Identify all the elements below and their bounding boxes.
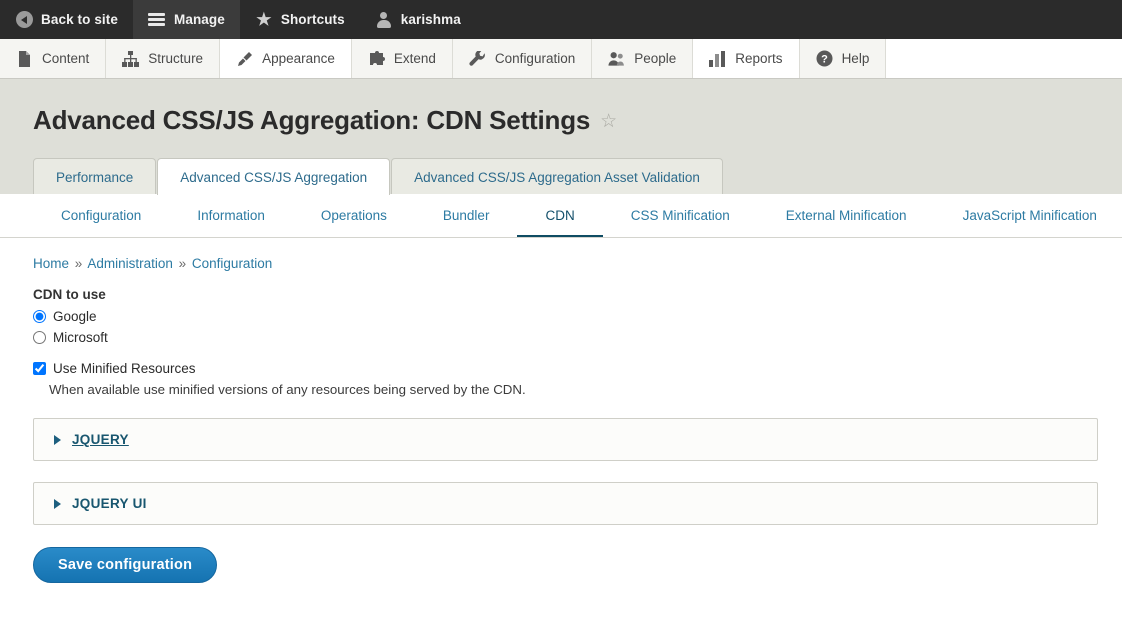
radio-google[interactable] [33, 310, 46, 323]
back-circle-icon [15, 11, 33, 29]
page-title-row: Advanced CSS/JS Aggregation: CDN Setting… [0, 105, 1122, 136]
admin-menu-tray: Content Structure Appearance Extend Conf… [0, 39, 1122, 79]
secondary-tab-label: Operations [320, 208, 387, 223]
menu-item-people[interactable]: People [592, 39, 694, 78]
breadcrumb-link-administration[interactable]: Administration [87, 256, 173, 271]
cdn-settings-form: CDN to use Google Microsoft Use Minified… [0, 271, 1122, 525]
primary-tab-advanced-cssjs-aggregation[interactable]: Advanced CSS/JS Aggregation [157, 158, 391, 195]
puzzle-piece-icon [368, 50, 385, 67]
radio-microsoft-label[interactable]: Microsoft [53, 330, 108, 345]
save-configuration-button[interactable]: Save configuration [33, 547, 218, 583]
menu-item-label: Reports [735, 51, 783, 66]
page-header: Advanced CSS/JS Aggregation: CDN Setting… [0, 79, 1122, 195]
toolbar-item-shortcuts[interactable]: ★ Shortcuts [240, 0, 360, 39]
menu-item-extend[interactable]: Extend [352, 39, 453, 78]
menu-item-configuration[interactable]: Configuration [453, 39, 593, 78]
primary-tab-performance[interactable]: Performance [33, 158, 157, 195]
menu-item-help[interactable]: ? Help [800, 39, 887, 78]
page-title: Advanced CSS/JS Aggregation: CDN Setting… [33, 105, 591, 135]
primary-tab-label: Advanced CSS/JS Aggregation [180, 170, 368, 185]
primary-tab-label: Advanced CSS/JS Aggregation Asset Valida… [414, 170, 700, 185]
chevron-right-icon [54, 434, 61, 445]
menu-item-label: Help [841, 51, 870, 66]
secondary-tab-label: Information [197, 208, 265, 223]
secondary-tab-css-minification[interactable]: CSS Minification [603, 194, 758, 237]
primary-tabs: Performance Advanced CSS/JS Aggregation … [0, 157, 1122, 195]
secondary-tab-cdn[interactable]: CDN [517, 194, 603, 237]
question-circle-icon: ? [816, 50, 833, 67]
secondary-tab-javascript-minification[interactable]: JavaScript Minification [935, 194, 1122, 237]
details-jquery-ui[interactable]: JQUERY UI [33, 482, 1098, 525]
breadcrumb-separator: » [178, 256, 187, 271]
menu-item-label: Structure [148, 51, 204, 66]
toolbar-item-back-to-site[interactable]: Back to site [0, 0, 133, 39]
secondary-tab-bundler[interactable]: Bundler [415, 194, 518, 237]
sitemap-icon [122, 50, 140, 67]
radio-option-microsoft[interactable]: Microsoft [33, 328, 1089, 347]
menu-item-label: Configuration [494, 51, 576, 66]
breadcrumb: Home » Administration » Configuration [0, 238, 1122, 271]
menu-tray-spacer [886, 39, 1122, 78]
details-jquery-title: JQUERY [72, 432, 129, 447]
menu-item-appearance[interactable]: Appearance [220, 39, 352, 78]
star-icon: ★ [256, 10, 272, 29]
toolbar-item-manage[interactable]: Manage [132, 0, 240, 39]
radio-option-google[interactable]: Google [33, 307, 1089, 326]
cdn-to-use-label: CDN to use [33, 287, 106, 302]
checkbox-use-minified-resources[interactable] [33, 362, 46, 375]
details-jquery-summary[interactable]: JQUERY [34, 419, 1097, 460]
primary-tab-asset-validation[interactable]: Advanced CSS/JS Aggregation Asset Valida… [391, 158, 723, 195]
primary-tab-label: Performance [56, 170, 134, 185]
wrench-icon [469, 50, 486, 67]
chevron-right-icon [54, 498, 61, 509]
checkbox-row-use-minified-resources[interactable]: Use Minified Resources [33, 361, 1089, 376]
paintbrush-icon [236, 50, 253, 67]
secondary-tab-label: Configuration [61, 208, 142, 223]
secondary-tab-information[interactable]: Information [169, 194, 293, 237]
toolbar-item-label: Manage [173, 12, 225, 27]
details-jquery-ui-title: JQUERY UI [72, 496, 147, 511]
breadcrumb-link-configuration[interactable]: Configuration [192, 256, 272, 271]
details-jquery-ui-summary[interactable]: JQUERY UI [34, 483, 1097, 524]
menu-item-label: Content [42, 51, 90, 66]
bookmark-star-icon[interactable]: ☆ [600, 112, 617, 131]
menu-item-label: People [634, 51, 677, 66]
radio-google-label[interactable]: Google [53, 309, 97, 324]
secondary-tabs: Configuration Information Operations Bun… [0, 194, 1122, 238]
toolbar-item-label: karishma [400, 12, 461, 27]
secondary-tab-label: CDN [545, 208, 575, 223]
secondary-tab-label: CSS Minification [630, 208, 730, 223]
toolbar-item-user-account[interactable]: karishma [360, 0, 476, 39]
user-icon [375, 11, 393, 29]
secondary-tab-configuration[interactable]: Configuration [33, 194, 169, 237]
bar-chart-icon [709, 50, 726, 67]
hamburger-icon [148, 11, 166, 29]
menu-item-label: Appearance [262, 51, 335, 66]
people-icon [608, 50, 625, 67]
menu-item-structure[interactable]: Structure [106, 39, 221, 78]
radio-microsoft[interactable] [33, 331, 46, 344]
secondary-tab-label: Bundler [442, 208, 490, 223]
admin-toolbar: Back to site Manage ★ Shortcuts karishma [0, 0, 1122, 39]
svg-text:?: ? [821, 54, 828, 66]
breadcrumb-link-home[interactable]: Home [33, 256, 69, 271]
form-actions: Save configuration [0, 525, 1122, 583]
file-icon [16, 50, 33, 67]
main-content: Configuration Information Operations Bun… [0, 194, 1122, 594]
secondary-tab-external-minification[interactable]: External Minification [758, 194, 935, 237]
details-jquery[interactable]: JQUERY [33, 418, 1098, 461]
checkbox-use-minified-resources-label[interactable]: Use Minified Resources [53, 361, 196, 376]
secondary-tab-label: JavaScript Minification [962, 208, 1097, 223]
menu-item-label: Extend [393, 51, 436, 66]
toolbar-item-label: Shortcuts [280, 12, 345, 27]
breadcrumb-separator: » [74, 256, 83, 271]
secondary-tab-label: External Minification [785, 208, 907, 223]
secondary-tab-operations[interactable]: Operations [293, 194, 415, 237]
checkbox-description: When available use minified versions of … [49, 382, 526, 397]
toolbar-item-label: Back to site [41, 12, 118, 27]
menu-item-reports[interactable]: Reports [693, 39, 800, 78]
menu-item-content[interactable]: Content [0, 39, 107, 78]
